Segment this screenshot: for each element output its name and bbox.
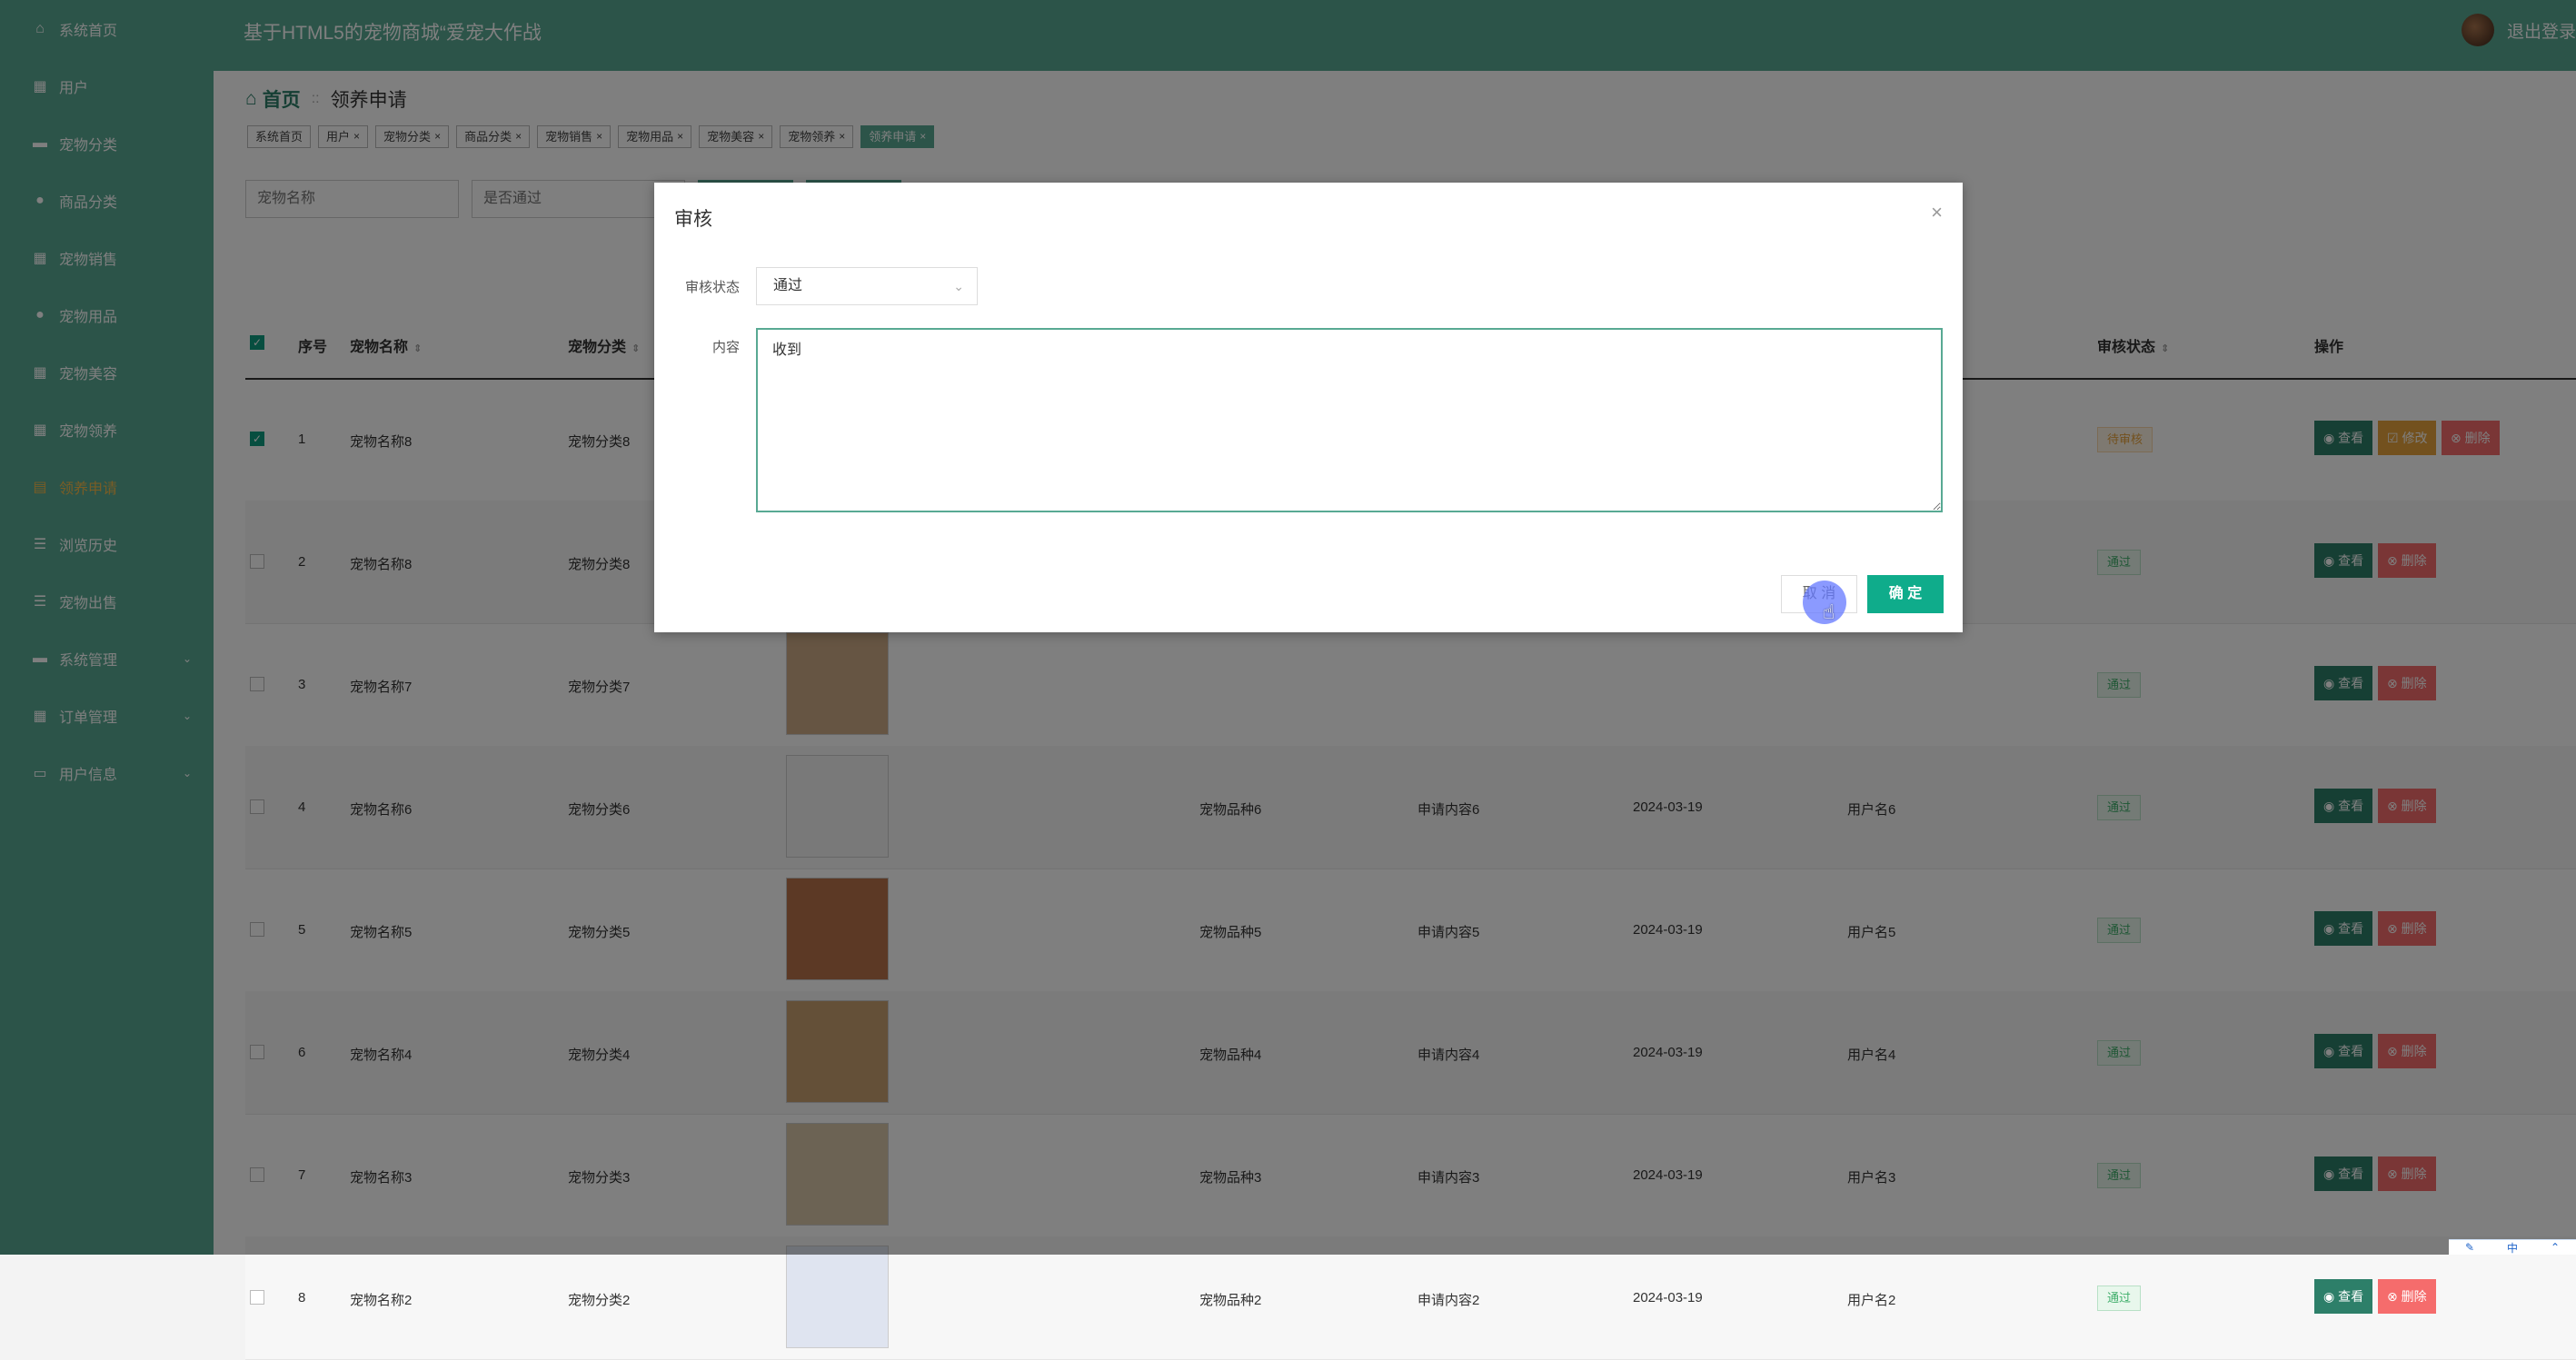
content-textarea[interactable] xyxy=(756,328,1943,512)
status-badge: 通过 xyxy=(2097,1286,2142,1311)
cell-breed: 宠物品种2 xyxy=(1199,1293,1262,1308)
delete-button[interactable]: ⊗ 删除 xyxy=(2378,1279,2436,1314)
row-checkbox[interactable] xyxy=(250,1290,264,1305)
status-select[interactable]: 通过 ⌄ xyxy=(756,267,978,305)
cell-index: 8 xyxy=(298,1290,306,1305)
pointer-cursor-icon: ☝ xyxy=(1823,601,1835,623)
chevron-down-icon: ⌄ xyxy=(953,279,964,293)
pet-thumbnail xyxy=(786,1246,889,1348)
chevron-up-icon[interactable]: ⌃ xyxy=(2551,1241,2560,1254)
status-label: 审核状态 xyxy=(684,280,740,295)
cell-name: 宠物名称2 xyxy=(350,1293,413,1308)
table-row[interactable]: 8 宠物名称2 宠物分类2 宠物品种2 申请内容2 2024-03-19 用户名2 通过 ◉ 查… xyxy=(245,1236,2576,1360)
status-select-value: 通过 xyxy=(773,278,803,293)
dialog-title: 审核 xyxy=(674,209,712,230)
view-button[interactable]: ◉ 查看 xyxy=(2314,1279,2373,1314)
corner-toolbar[interactable]: ✎ 中 ⌃ xyxy=(2449,1239,2576,1255)
review-dialog: 审核 × 审核状态 通过 ⌄ 内容 取 消 确 定 ☝ xyxy=(654,183,1963,632)
edit-icon[interactable]: ✎ xyxy=(2465,1241,2474,1254)
cell-content: 申请内容2 xyxy=(1417,1293,1480,1308)
cell-user: 用户名2 xyxy=(1847,1293,1896,1308)
cell-category: 宠物分类2 xyxy=(568,1293,631,1308)
ime-icon[interactable]: 中 xyxy=(2507,1240,2518,1256)
confirm-button[interactable]: 确 定 xyxy=(1867,575,1944,613)
content-label: 内容 xyxy=(711,340,740,355)
close-icon[interactable]: × xyxy=(1931,201,1943,224)
cell-date: 2024-03-19 xyxy=(1633,1290,1703,1305)
